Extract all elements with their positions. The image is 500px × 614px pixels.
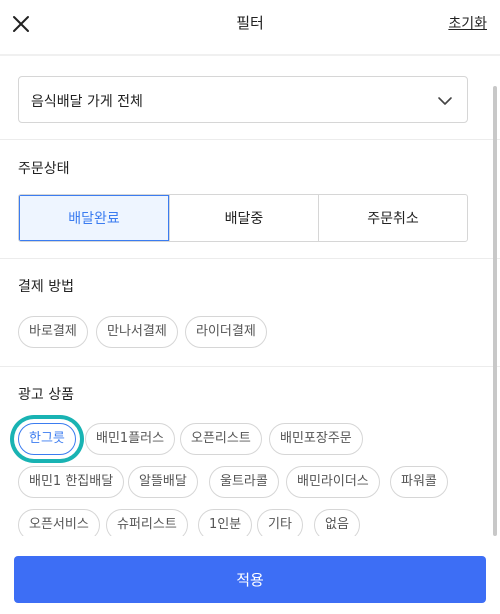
filter-screen: 필터 초기화 음식배달 가게 전체 주문상태 배달완료 배달중 주문취소 결제 … <box>0 0 500 614</box>
ad-chip-ultracall[interactable]: 울트라콜 <box>209 466 279 498</box>
section-divider <box>0 139 500 140</box>
close-icon <box>13 16 29 32</box>
payment-chip-meet[interactable]: 만나서결제 <box>96 316 178 348</box>
order-status-option-delivering[interactable]: 배달중 <box>169 195 318 241</box>
ad-chip-saving-delivery[interactable]: 알뜰배달 <box>128 466 198 498</box>
payment-chip-rider[interactable]: 라이더결제 <box>185 316 267 348</box>
ad-chip-openservice[interactable]: 오픈서비스 <box>18 509 100 536</box>
footer: 적용 <box>0 536 500 614</box>
reset-button[interactable]: 초기화 <box>448 13 487 33</box>
payment-title: 결제 방법 <box>18 279 74 295</box>
ad-chip-openlist[interactable]: 오픈리스트 <box>180 423 262 455</box>
ad-chips-row-3: 오픈서비스 슈퍼리스트 1인분 기타 없음 <box>18 509 478 536</box>
ad-chip-superlist[interactable]: 슈퍼리스트 <box>106 509 188 536</box>
ad-chip-none[interactable]: 없음 <box>314 509 360 536</box>
ad-chip-riders[interactable]: 배민라이더스 <box>286 466 380 498</box>
order-status-option-delivered[interactable]: 배달완료 <box>19 195 169 241</box>
order-status-option-cancelled[interactable]: 주문취소 <box>318 195 467 241</box>
filter-content: 음식배달 가게 전체 주문상태 배달완료 배달중 주문취소 결제 방법 바로결제… <box>0 56 500 536</box>
apply-button[interactable]: 적용 <box>14 556 486 603</box>
store-select-value: 음식배달 가게 전체 <box>31 94 143 110</box>
header: 필터 초기화 <box>0 0 500 48</box>
payment-chip-direct[interactable]: 바로결제 <box>18 316 88 348</box>
ad-chips-row-1: 한그릇 배민1플러스 오픈리스트 배민포장주문 <box>18 423 478 455</box>
order-status-title: 주문상태 <box>18 161 70 177</box>
page-title: 필터 <box>236 14 264 32</box>
store-select[interactable]: 음식배달 가게 전체 <box>18 76 468 123</box>
chevron-down-icon <box>438 97 452 105</box>
ad-chip-baemin1plus[interactable]: 배민1플러스 <box>85 423 176 455</box>
ad-chip-pickup[interactable]: 배민포장주문 <box>269 423 363 455</box>
ad-chip-etc[interactable]: 기타 <box>257 509 303 536</box>
ad-chips-row-2: 배민1 한집배달 알뜰배달 울트라콜 배민라이더스 파워콜 <box>18 466 478 498</box>
section-divider <box>0 258 500 259</box>
section-divider <box>0 366 500 367</box>
ad-chip-powercall[interactable]: 파워콜 <box>390 466 448 498</box>
ad-chip-single-delivery[interactable]: 배민1 한집배달 <box>18 466 125 498</box>
scrollbar[interactable] <box>493 86 497 536</box>
ad-chip-single-serving[interactable]: 1인분 <box>198 509 253 536</box>
ad-products-title: 광고 상품 <box>18 387 74 403</box>
ad-chip-hangeureut[interactable]: 한그릇 <box>18 423 76 455</box>
payment-chips: 바로결제 만나서결제 라이더결제 <box>18 316 478 348</box>
close-button[interactable] <box>9 12 33 36</box>
order-status-segmented: 배달완료 배달중 주문취소 <box>18 194 468 242</box>
